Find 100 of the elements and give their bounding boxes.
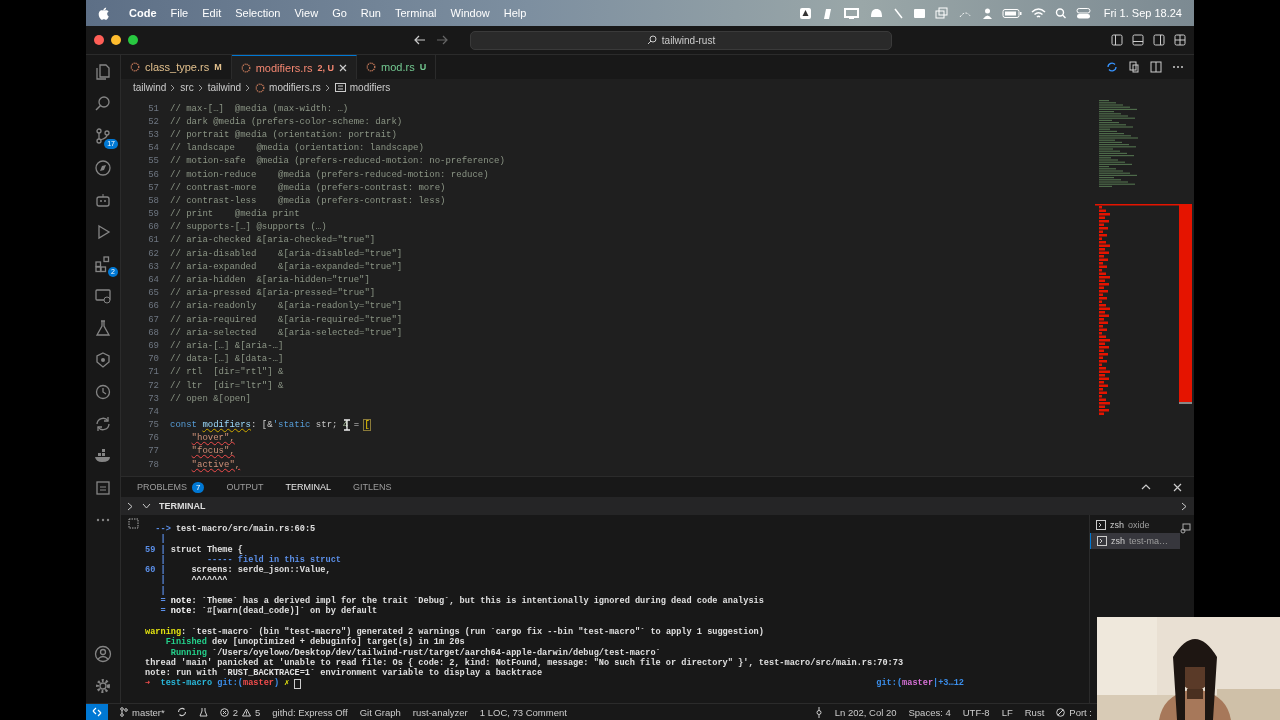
- whale-icon[interactable]: [94, 447, 112, 465]
- split-editor-icon[interactable]: [1150, 61, 1162, 73]
- terminal-icon: [1096, 520, 1106, 530]
- app-menu[interactable]: Code: [129, 7, 157, 19]
- wifi-icon[interactable]: [1030, 6, 1046, 20]
- panel-tab[interactable]: PROBLEMS 7: [137, 477, 205, 497]
- terminal-session[interactable]: zsh test-ma…: [1090, 533, 1180, 549]
- warning-count[interactable]: 5: [255, 706, 261, 718]
- monitor-icon[interactable]: [94, 287, 112, 305]
- terminal-line: Finished dev [unoptimized + debuginfo] target(s) in 1m 20s: [164, 637, 465, 648]
- menu-item[interactable]: Selection: [235, 7, 281, 19]
- flask-icon[interactable]: [198, 707, 208, 717]
- maximize-panel-icon[interactable]: [1141, 483, 1151, 491]
- gitlens-icon[interactable]: [94, 351, 112, 369]
- breadcrumb-item[interactable]: modifiers: [349, 82, 391, 93]
- line-number: 74: [147, 406, 160, 417]
- menu-item[interactable]: File: [170, 7, 189, 19]
- code-line: // motion-safe @media (prefers-reduced-motion: no-preference): [170, 156, 505, 167]
- back-arrow-icon[interactable]: [414, 35, 426, 45]
- close-icon[interactable]: [1173, 482, 1182, 492]
- error-count[interactable]: 2: [232, 706, 239, 718]
- chevron-right-icon[interactable]: [1181, 501, 1188, 511]
- panel-tab[interactable]: OUTPUT: [226, 477, 264, 497]
- code-line: // contrast-more @media (prefers-contrast: more): [170, 182, 446, 193]
- status-item[interactable]: Ln 202, Col 20: [834, 706, 897, 718]
- settings-icon[interactable]: [94, 677, 112, 695]
- terminal-settings-icon[interactable]: [1180, 523, 1191, 534]
- layout-icon[interactable]: [1111, 34, 1123, 46]
- line-number: 51: [147, 103, 160, 114]
- terminal-section-header[interactable]: TERMINAL: [121, 497, 1194, 515]
- status-item[interactable]: Rust: [1024, 706, 1045, 718]
- battery-icon[interactable]: [1001, 6, 1022, 20]
- extensions-icon[interactable]: [94, 255, 112, 273]
- layout-icon[interactable]: [1132, 34, 1144, 46]
- drive-icon[interactable]: [798, 6, 812, 20]
- error-icon[interactable]: [219, 707, 229, 717]
- right-prompt: git:(master|+3…12: [876, 678, 964, 689]
- slash-icon[interactable]: [892, 6, 904, 20]
- status-item[interactable]: Spaces: 4: [908, 706, 951, 718]
- terminal-session[interactable]: zsh oxide: [1090, 517, 1180, 533]
- line-number: 77: [147, 446, 160, 457]
- breadcrumb-item[interactable]: tailwind: [133, 82, 167, 93]
- search-icon[interactable]: [1054, 6, 1067, 20]
- editor-tab[interactable]: modifiers.rs 2, U: [231, 55, 358, 79]
- status-item[interactable]: LF: [1001, 706, 1013, 718]
- forward-arrow-icon[interactable]: [436, 35, 448, 45]
- window-icon[interactable]: [912, 6, 926, 20]
- toggles-icon[interactable]: [1075, 6, 1091, 20]
- files-icon[interactable]: [94, 63, 112, 81]
- apple-icon[interactable]: [98, 6, 109, 20]
- warning-icon[interactable]: [242, 707, 252, 717]
- breadcrumb-item[interactable]: modifiers.rs: [269, 82, 321, 93]
- menu-item[interactable]: Edit: [202, 7, 222, 19]
- breadcrumb-item[interactable]: tailwind: [207, 82, 242, 93]
- split-terminal-icon[interactable]: [127, 518, 139, 529]
- chevron-right-icon[interactable]: [127, 501, 134, 511]
- flask-icon[interactable]: [94, 319, 112, 337]
- remote-button[interactable]: [86, 704, 108, 720]
- compare-icon[interactable]: [1128, 61, 1140, 73]
- status-item[interactable]: 1 LOC, 73 Comment: [479, 706, 567, 718]
- sync-icon[interactable]: [176, 707, 187, 717]
- branch-icon[interactable]: [120, 707, 128, 717]
- status-item[interactable]: Git Graph: [359, 706, 401, 718]
- panel-tab[interactable]: GITLENS: [353, 477, 392, 497]
- robot-icon[interactable]: [94, 191, 112, 209]
- status-item[interactable]: githd: Express Off: [272, 706, 348, 718]
- menu-item[interactable]: Window: [450, 7, 490, 19]
- timeline-icon[interactable]: [94, 383, 112, 401]
- search-icon[interactable]: [94, 95, 112, 113]
- branch-status[interactable]: master*: [132, 706, 165, 718]
- menu-item[interactable]: View: [294, 7, 319, 19]
- menu-item[interactable]: Terminal: [395, 7, 437, 19]
- sync-icon[interactable]: [1106, 61, 1118, 73]
- terminal-line: Running `/Users/oyelowo/Desktop/dev/tailwind-rust/target/aarch64-apple-darwin/debug/test-macro`: [169, 647, 661, 658]
- account-icon[interactable]: [94, 645, 112, 663]
- blocked-icon[interactable]: [1056, 707, 1066, 717]
- status-item[interactable]: UTF-8: [962, 706, 990, 718]
- minimize-button[interactable]: [111, 35, 121, 45]
- person-icon[interactable]: [981, 6, 993, 20]
- module-icon: [334, 83, 346, 92]
- breadcrumb-item[interactable]: src: [180, 82, 194, 93]
- port-status[interactable]: Port :: [1069, 706, 1092, 718]
- command-center[interactable]: tailwind-rust: [470, 30, 892, 50]
- layout-icon[interactable]: [1174, 34, 1186, 46]
- zoom-button[interactable]: [128, 35, 138, 45]
- commit-icon[interactable]: [814, 706, 823, 718]
- line-number: 75: [147, 420, 160, 431]
- status-item[interactable]: rust-analyzer: [412, 706, 468, 718]
- code-line: // data-[…] &[data-…]: [170, 354, 284, 365]
- refresh-icon[interactable]: [94, 415, 112, 433]
- menu-item[interactable]: Run: [360, 7, 381, 19]
- compass-icon[interactable]: [94, 159, 112, 177]
- menu-item[interactable]: Go: [332, 7, 347, 19]
- line-number: 67: [147, 314, 160, 325]
- close-icon[interactable]: [339, 63, 348, 72]
- layout-icon[interactable]: [1153, 34, 1165, 46]
- terminal-line: warning: `test-macro` (bin "test-macro") generated 2 warnings (run `cargo fix --bin "test-macro"` to apply 1 suggestion): [145, 626, 764, 637]
- close-button[interactable]: [94, 35, 104, 45]
- code-line: const modifiers: [&'static str; 4 = [: [170, 420, 370, 431]
- checklist-icon[interactable]: [94, 479, 112, 497]
